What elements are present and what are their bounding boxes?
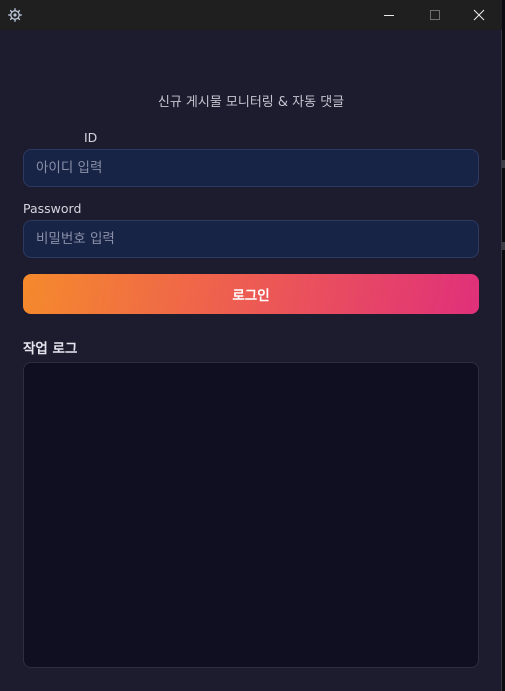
close-button[interactable] (456, 0, 502, 30)
minimize-button[interactable] (366, 0, 412, 30)
maximize-button[interactable] (412, 0, 458, 30)
title-bar[interactable] (0, 0, 502, 30)
log-textarea[interactable] (23, 362, 479, 668)
id-label: ID (84, 130, 98, 145)
close-icon (473, 9, 485, 21)
app-window: 신규 게시물 모니터링 & 자동 댓글 ID Password 로그인 작업 로… (0, 0, 502, 691)
password-label: Password (23, 201, 82, 216)
login-button[interactable]: 로그인 (23, 274, 479, 314)
password-input[interactable] (23, 220, 479, 258)
page-subtitle: 신규 게시물 모니터링 & 자동 댓글 (157, 95, 345, 110)
maximize-icon (429, 9, 441, 21)
minimize-icon (383, 9, 395, 21)
gear-icon (8, 7, 22, 22)
log-title: 작업 로그 (23, 341, 78, 357)
id-input[interactable] (23, 149, 479, 187)
